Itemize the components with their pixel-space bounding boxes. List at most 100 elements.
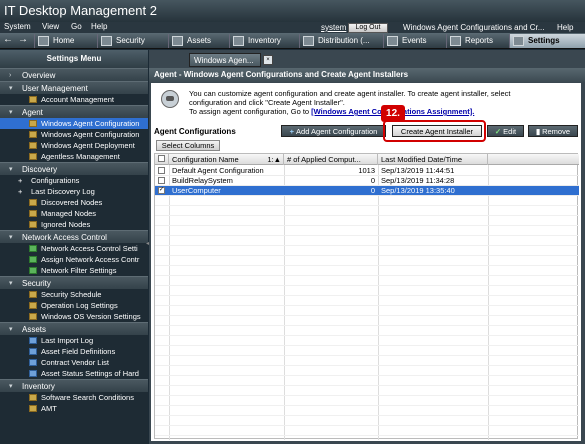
node-icon xyxy=(29,221,37,228)
menu-go[interactable]: Go xyxy=(71,22,82,31)
remove-button[interactable]: ▮ Remove xyxy=(528,125,578,137)
sidebar-item-last-import-log[interactable]: Last Import Log xyxy=(0,335,148,346)
shield-icon xyxy=(101,36,112,46)
empty-grid-row xyxy=(155,276,579,286)
inventory-icon xyxy=(233,36,244,46)
sidebar-item-account-management[interactable]: Account Management xyxy=(0,94,148,105)
nav-tab-reports[interactable]: Reports xyxy=(446,34,508,48)
sidebar-item-overview[interactable]: › Overview xyxy=(0,68,148,81)
row-checkbox[interactable] xyxy=(158,177,165,184)
sidebar-item-ignored-nodes[interactable]: Ignored Nodes xyxy=(0,219,148,230)
expand-icon: + xyxy=(18,187,23,196)
sidebar-item-operation-log-settings[interactable]: Operation Log Settings xyxy=(0,300,148,311)
empty-grid-row xyxy=(155,386,579,396)
sidebar-item-last-discovery-log[interactable]: + Last Discovery Log xyxy=(0,186,148,197)
plus-icon: + xyxy=(289,127,295,136)
empty-grid-row xyxy=(155,396,579,406)
nav-tab-distribution[interactable]: Distribution (... xyxy=(299,34,382,48)
sidebar-item-configurations[interactable]: + Configurations xyxy=(0,175,148,186)
table-row-selected[interactable]: ✓ UserComputer 0 Sep/13/2019 13:35:40 xyxy=(155,186,579,196)
sidebar-item-managed-nodes[interactable]: Managed Nodes xyxy=(0,208,148,219)
sidebar-section-inventory[interactable]: ▾ Inventory xyxy=(0,379,148,392)
tab-windows-agent-configurations[interactable]: Windows Agen... xyxy=(189,53,261,67)
column-header-configuration-name[interactable]: Configuration Name 1:▲ xyxy=(169,154,284,165)
app-title: IT Desktop Management 2 xyxy=(4,3,157,18)
forward-arrow-icon[interactable]: → xyxy=(18,34,28,45)
modified-date-cell: Sep/13/2019 11:44:51 xyxy=(381,166,455,175)
edit-button[interactable]: ✓ Edit xyxy=(487,125,524,137)
row-checkbox[interactable] xyxy=(158,167,165,174)
close-tab-icon[interactable]: × xyxy=(263,55,273,65)
empty-grid-row xyxy=(155,346,579,356)
network-icon xyxy=(29,256,37,263)
sidebar-item-windows-os-version-settings[interactable]: Windows OS Version Settings xyxy=(0,311,148,322)
step-number-badge: 12. xyxy=(381,105,405,122)
applied-count-cell: 0 xyxy=(370,186,375,195)
menu-view[interactable]: View xyxy=(42,22,59,31)
nav-tab-events[interactable]: Events xyxy=(383,34,445,48)
applied-count-cell: 0 xyxy=(370,176,375,185)
sidebar-item-asset-status-settings[interactable]: Asset Status Settings of Hard xyxy=(0,368,148,379)
empty-grid-row xyxy=(155,226,579,236)
sidebar-section-assets[interactable]: ▾ Assets xyxy=(0,322,148,335)
table-row[interactable]: BuildRelaySystem 0 Sep/13/2019 11:34:28 xyxy=(155,176,579,186)
nav-tab-inventory[interactable]: Inventory xyxy=(229,34,298,48)
sidebar-item-asset-field-definitions[interactable]: Asset Field Definitions xyxy=(0,346,148,357)
back-arrow-icon[interactable]: ← xyxy=(3,34,13,45)
modified-date-cell: Sep/13/2019 13:35:40 xyxy=(381,186,455,195)
sidebar-item-discovered-nodes[interactable]: Discovered Nodes xyxy=(0,197,148,208)
sidebar-item-windows-agent-configuration-assignment[interactable]: Windows Agent Configuration xyxy=(0,129,148,140)
info-text-line3: To assign agent configuration, Go to [Wi… xyxy=(189,107,475,116)
check-icon: ✓ xyxy=(494,127,502,136)
help-link[interactable]: Help xyxy=(557,23,573,32)
sidebar-item-amt[interactable]: AMT xyxy=(0,403,148,414)
configuration-name-cell: UserComputer xyxy=(172,186,221,195)
sidebar-section-user-management[interactable]: ▾ User Management xyxy=(0,81,148,94)
nav-tab-home[interactable]: Home xyxy=(34,34,96,48)
main-navigation: ← → Home Security Assets Inventory Distr… xyxy=(0,33,585,49)
empty-grid-row xyxy=(155,356,579,366)
deploy-icon xyxy=(29,142,37,149)
select-columns-button[interactable]: Select Columns xyxy=(156,140,220,151)
sidebar-section-network-access-control[interactable]: ▾ Network Access Control xyxy=(0,230,148,243)
main-area: Windows Agen... × Agent - Windows Agent … xyxy=(149,50,585,444)
column-header-applied-computers[interactable]: # of Applied Comput... xyxy=(284,154,378,165)
row-checkbox[interactable]: ✓ xyxy=(158,187,165,194)
sidebar-item-network-access-control-settings[interactable]: Network Access Control Setti xyxy=(0,243,148,254)
sidebar-item-contract-vendor-list[interactable]: Contract Vendor List xyxy=(0,357,148,368)
sidebar-section-security[interactable]: ▾ Security xyxy=(0,276,148,289)
reports-icon xyxy=(450,36,461,46)
events-icon xyxy=(387,36,398,46)
account-icon xyxy=(29,96,37,103)
menu-system[interactable]: System xyxy=(4,22,31,31)
select-all-checkbox[interactable] xyxy=(155,154,169,165)
sidebar-item-agentless-management[interactable]: Agentless Management xyxy=(0,151,148,162)
add-agent-configuration-button[interactable]: + Add Agent Configuration xyxy=(281,125,386,137)
nav-tab-settings[interactable]: Settings xyxy=(509,34,585,48)
nav-tab-security[interactable]: Security xyxy=(97,34,167,48)
logout-button[interactable]: Log Out xyxy=(348,23,388,33)
empty-grid-row xyxy=(155,286,579,296)
distribution-icon xyxy=(303,36,314,46)
sidebar-item-security-schedule[interactable]: Security Schedule xyxy=(0,289,148,300)
sidebar-item-network-filter-settings[interactable]: Network Filter Settings xyxy=(0,265,148,276)
content-panel: You can customize agent configuration an… xyxy=(151,83,581,441)
user-link[interactable]: system xyxy=(321,23,346,32)
column-header-last-modified[interactable]: Last Modified Date/Time xyxy=(378,154,488,165)
empty-grid-row xyxy=(155,416,579,426)
sidebar-section-discovery[interactable]: ▾ Discovery xyxy=(0,162,148,175)
sidebar-item-windows-agent-configuration[interactable]: Windows Agent Configuration xyxy=(0,118,148,129)
nav-tab-assets[interactable]: Assets xyxy=(168,34,228,48)
gear-icon xyxy=(513,36,524,46)
table-row[interactable]: Default Agent Configuration 1013 Sep/13/… xyxy=(155,166,579,176)
sidebar-item-software-search-conditions[interactable]: Software Search Conditions xyxy=(0,392,148,403)
home-icon xyxy=(38,36,49,46)
sidebar-item-windows-agent-deployment[interactable]: Windows Agent Deployment xyxy=(0,140,148,151)
agentless-icon xyxy=(29,153,37,160)
step-highlight-frame xyxy=(383,120,486,142)
empty-grid-row xyxy=(155,206,579,216)
sort-ascending-icon: 1:▲ xyxy=(267,155,281,164)
sidebar-item-assign-network-access-control[interactable]: Assign Network Access Contr xyxy=(0,254,148,265)
sidebar-section-agent[interactable]: ▾ Agent xyxy=(0,105,148,118)
menu-help[interactable]: Help xyxy=(91,22,107,31)
